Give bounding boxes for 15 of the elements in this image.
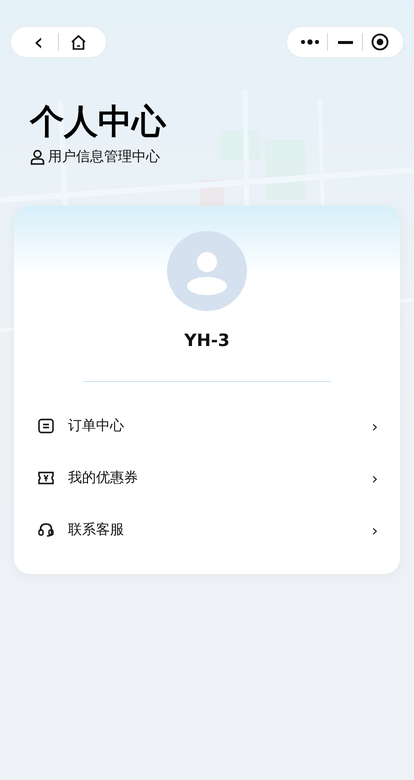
menu-item[interactable]: 订单中心 › [14, 400, 400, 452]
target-icon [371, 33, 389, 51]
user-icon [30, 149, 45, 165]
minimize-icon [338, 40, 352, 44]
more-icon [300, 39, 320, 45]
headset-icon [38, 522, 54, 538]
page-subtitle: 用户信息管理中心 [48, 148, 160, 166]
menu-item[interactable]: 我的优惠券 › [14, 452, 400, 504]
username: YH-3 [184, 331, 230, 351]
coupon-icon [38, 470, 54, 486]
menu-item[interactable]: 联系客服 › [14, 504, 400, 556]
back-button[interactable]: ‹ [19, 26, 58, 58]
page-title: 个人中心 [30, 102, 168, 142]
home-icon [70, 34, 87, 50]
list-icon [38, 418, 54, 434]
